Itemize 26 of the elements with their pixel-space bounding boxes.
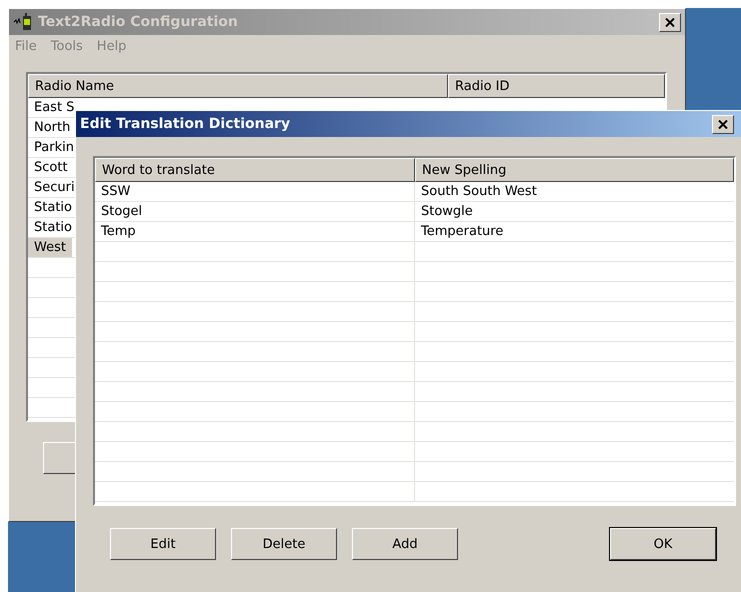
table-cell-text: Temperature [420, 223, 504, 241]
close-button[interactable] [712, 114, 734, 134]
list-item[interactable]: West [28, 238, 72, 257]
column-header[interactable]: Radio ID [448, 74, 665, 98]
ok-button[interactable]: OK [610, 528, 716, 560]
column-header[interactable]: New Spelling [415, 158, 734, 182]
list-item[interactable]: Scott [28, 158, 74, 177]
column-header[interactable]: Radio Name [28, 74, 448, 98]
table-cell-text: South South West [420, 183, 538, 201]
column-header[interactable]: Word to translate [95, 158, 415, 182]
dialog-button[interactable]: Delete [231, 528, 337, 560]
dialog-button[interactable]: Add [352, 528, 458, 560]
table-cell-text: Temp [100, 223, 137, 241]
list-item[interactable]: East S [28, 98, 80, 117]
list-item[interactable]: Statio [28, 198, 78, 217]
table-cell-text: Stogel [100, 203, 144, 221]
list-item[interactable]: Statio [28, 218, 78, 237]
table-cell-text: Stowgle [420, 203, 474, 221]
close-icon [718, 120, 728, 128]
dialog-button[interactable]: Edit [110, 528, 216, 560]
close-button[interactable] [659, 12, 681, 32]
window-title: Text2Radio Configuration [38, 14, 239, 30]
table-cell-text: SSW [100, 183, 132, 201]
window-title: Edit Translation Dictionary [80, 116, 292, 132]
close-icon [665, 18, 675, 26]
list-item[interactable]: North [28, 118, 76, 137]
